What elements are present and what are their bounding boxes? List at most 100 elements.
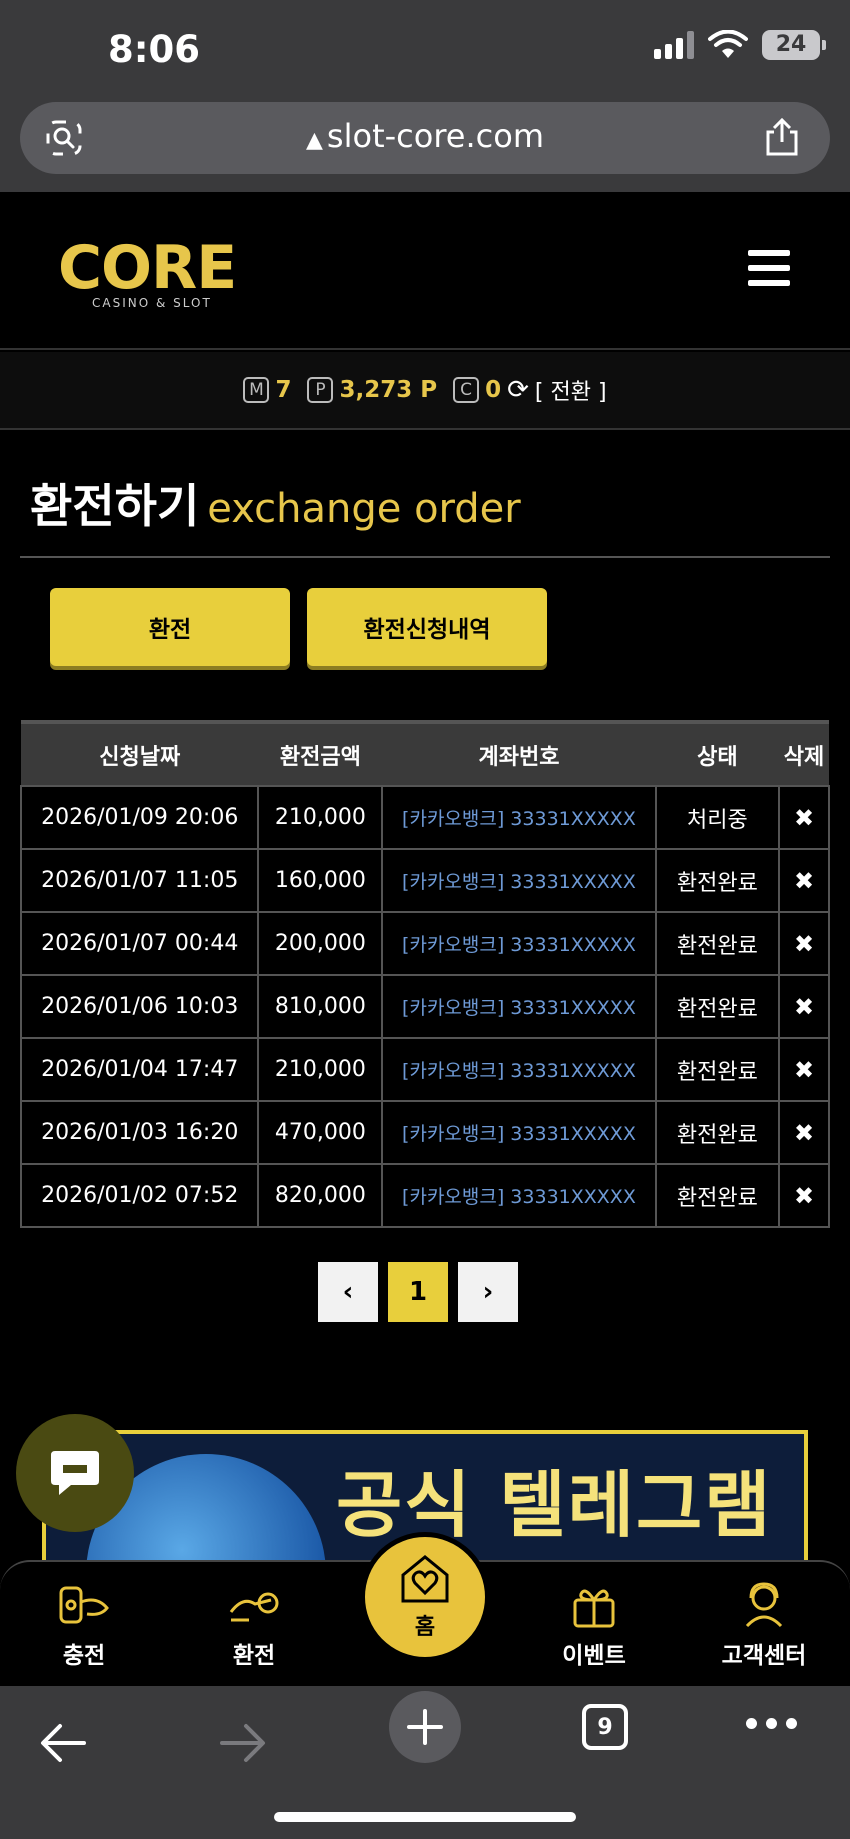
nav-charge-label: 충전 xyxy=(62,1643,106,1669)
row-account: [카카오뱅크] 33331XXXXX xyxy=(381,1163,657,1228)
nav-support-label: 고객센터 xyxy=(721,1643,807,1669)
delete-button[interactable]: ✖ xyxy=(778,1037,830,1102)
status-icons: 24 xyxy=(654,30,826,60)
delete-button[interactable]: ✖ xyxy=(778,785,830,850)
share-icon[interactable] xyxy=(762,116,802,158)
home-indicator xyxy=(274,1812,576,1822)
p-value: 3,273 P xyxy=(339,377,438,403)
p-points: P 3,273 P xyxy=(307,377,437,403)
nav-exchange-label: 환전 xyxy=(232,1643,276,1669)
header-delete: 삭제 xyxy=(783,744,825,770)
delete-x-icon[interactable]: ✖ xyxy=(794,1182,814,1210)
row-amount: 470,000 xyxy=(257,1100,384,1165)
more-options-icon[interactable] xyxy=(746,1718,797,1729)
table-row: 2026/01/04 17:47 210,000 [카카오뱅크] 33331XX… xyxy=(19,1037,830,1102)
c-badge-icon: C xyxy=(453,377,480,403)
plus-icon xyxy=(407,1709,443,1745)
exchange-history-table: 신청날짜 환전금액 계좌번호 상태 삭제 2026/01/09 20:06 21… xyxy=(19,720,830,1228)
delete-x-icon[interactable]: ✖ xyxy=(794,867,814,895)
delete-button[interactable]: ✖ xyxy=(778,1163,830,1228)
header-amount: 환전금액 xyxy=(279,744,361,770)
nav-exchange[interactable]: 환전 xyxy=(194,1582,314,1670)
row-amount: 810,000 xyxy=(257,974,384,1039)
charge-icon xyxy=(59,1586,109,1624)
status-time: 8:06 xyxy=(108,28,201,71)
forward-arrow-icon[interactable] xyxy=(218,1722,268,1764)
delete-button[interactable]: ✖ xyxy=(778,1100,830,1165)
page-1-button[interactable]: 1 xyxy=(388,1262,448,1322)
row-amount: 210,000 xyxy=(257,785,384,850)
m-badge-icon: M xyxy=(243,377,270,403)
money-points: M 7 xyxy=(243,377,291,403)
exchange-tab-button[interactable]: 환전 xyxy=(50,588,290,666)
row-status: 환전완료 xyxy=(654,911,781,976)
m-value: 7 xyxy=(275,377,292,403)
row-amount: 210,000 xyxy=(257,1037,384,1102)
back-arrow-icon[interactable] xyxy=(38,1722,88,1764)
delete-x-icon[interactable]: ✖ xyxy=(794,1056,814,1084)
row-amount: 820,000 xyxy=(257,1163,384,1228)
row-status: 환전완료 xyxy=(654,848,781,913)
row-status: 환전완료 xyxy=(654,1163,781,1228)
url-text: slot-core.com xyxy=(326,117,544,155)
delete-x-icon[interactable]: ✖ xyxy=(794,930,814,958)
header-account: 계좌번호 xyxy=(478,744,560,770)
row-account: [카카오뱅크] 33331XXXXX xyxy=(381,1037,657,1102)
nav-event-label: 이벤트 xyxy=(562,1643,626,1669)
row-date: 2026/01/02 07:52 xyxy=(19,1163,260,1228)
row-date: 2026/01/07 00:44 xyxy=(19,911,260,976)
support-agent-icon xyxy=(745,1582,783,1628)
gift-icon xyxy=(573,1589,615,1628)
site-logo[interactable]: CORE CASINO & SLOT xyxy=(58,238,243,310)
delete-x-icon[interactable]: ✖ xyxy=(794,1119,814,1147)
chat-button[interactable] xyxy=(16,1414,134,1532)
table-row: 2026/01/06 10:03 810,000 [카카오뱅크] 33331XX… xyxy=(19,974,830,1039)
header-status: 상태 xyxy=(697,744,738,770)
warning-icon: ▲ xyxy=(306,128,323,153)
delete-x-icon[interactable]: ✖ xyxy=(794,993,814,1021)
points-bar: M 7 P 3,273 P C 0 ⟳ [ 전환 ] xyxy=(0,352,850,430)
row-amount: 160,000 xyxy=(257,848,384,913)
row-date: 2026/01/06 10:03 xyxy=(19,974,260,1039)
delete-button[interactable]: ✖ xyxy=(778,848,830,913)
table-row: 2026/01/03 16:20 470,000 [카카오뱅크] 33331XX… xyxy=(19,1100,830,1165)
nav-home-label: 홈 xyxy=(414,1615,436,1640)
table-row: 2026/01/07 00:44 200,000 [카카오뱅크] 33331XX… xyxy=(19,911,830,976)
wifi-icon xyxy=(708,30,748,58)
c-value: 0 xyxy=(485,377,502,403)
delete-button[interactable]: ✖ xyxy=(778,911,830,976)
p-badge-icon: P xyxy=(307,377,334,403)
logo-main-text: CORE xyxy=(58,233,237,303)
url-bar[interactable]: ▲ slot-core.com xyxy=(20,102,830,174)
exchange-icon xyxy=(229,1592,279,1622)
status-bar: 8:06 24 xyxy=(0,0,850,100)
prev-page-button[interactable]: ‹ xyxy=(318,1262,378,1322)
page-title-en: exchange order xyxy=(207,486,521,532)
exchange-history-tab-button[interactable]: 환전신청내역 xyxy=(307,588,547,666)
page-title: 환전하기 exchange order xyxy=(20,470,830,558)
c-points: C 0 ⟳ [ 전환 ] xyxy=(453,374,607,406)
delete-x-icon[interactable]: ✖ xyxy=(794,804,814,832)
cellular-signal-icon xyxy=(654,31,694,59)
refresh-icon[interactable]: ⟳ xyxy=(507,375,529,405)
nav-charge[interactable]: 충전 xyxy=(24,1582,144,1670)
new-tab-button[interactable] xyxy=(389,1691,461,1763)
row-status: 환전완료 xyxy=(654,974,781,1039)
tabs-count-button[interactable]: 9 xyxy=(582,1704,628,1750)
row-date: 2026/01/07 11:05 xyxy=(19,848,260,913)
nav-support[interactable]: 고객센터 xyxy=(704,1582,824,1670)
row-date: 2026/01/09 20:06 xyxy=(19,785,260,850)
hamburger-menu-icon[interactable] xyxy=(748,250,790,286)
nav-home-button[interactable]: 홈 xyxy=(360,1532,490,1662)
delete-button[interactable]: ✖ xyxy=(778,974,830,1039)
row-account: [카카오뱅크] 33331XXXXX xyxy=(381,1100,657,1165)
row-status: 처리중 xyxy=(654,785,781,850)
nav-event[interactable]: 이벤트 xyxy=(534,1582,654,1670)
convert-button[interactable]: [ 전환 ] xyxy=(535,374,607,406)
pagination: ‹ 1 › xyxy=(318,1262,518,1322)
row-status: 환전완료 xyxy=(654,1037,781,1102)
url-text-wrap: ▲ slot-core.com xyxy=(20,117,830,155)
next-page-button[interactable]: › xyxy=(458,1262,518,1322)
row-account: [카카오뱅크] 33331XXXXX xyxy=(381,848,657,913)
row-date: 2026/01/03 16:20 xyxy=(19,1100,260,1165)
